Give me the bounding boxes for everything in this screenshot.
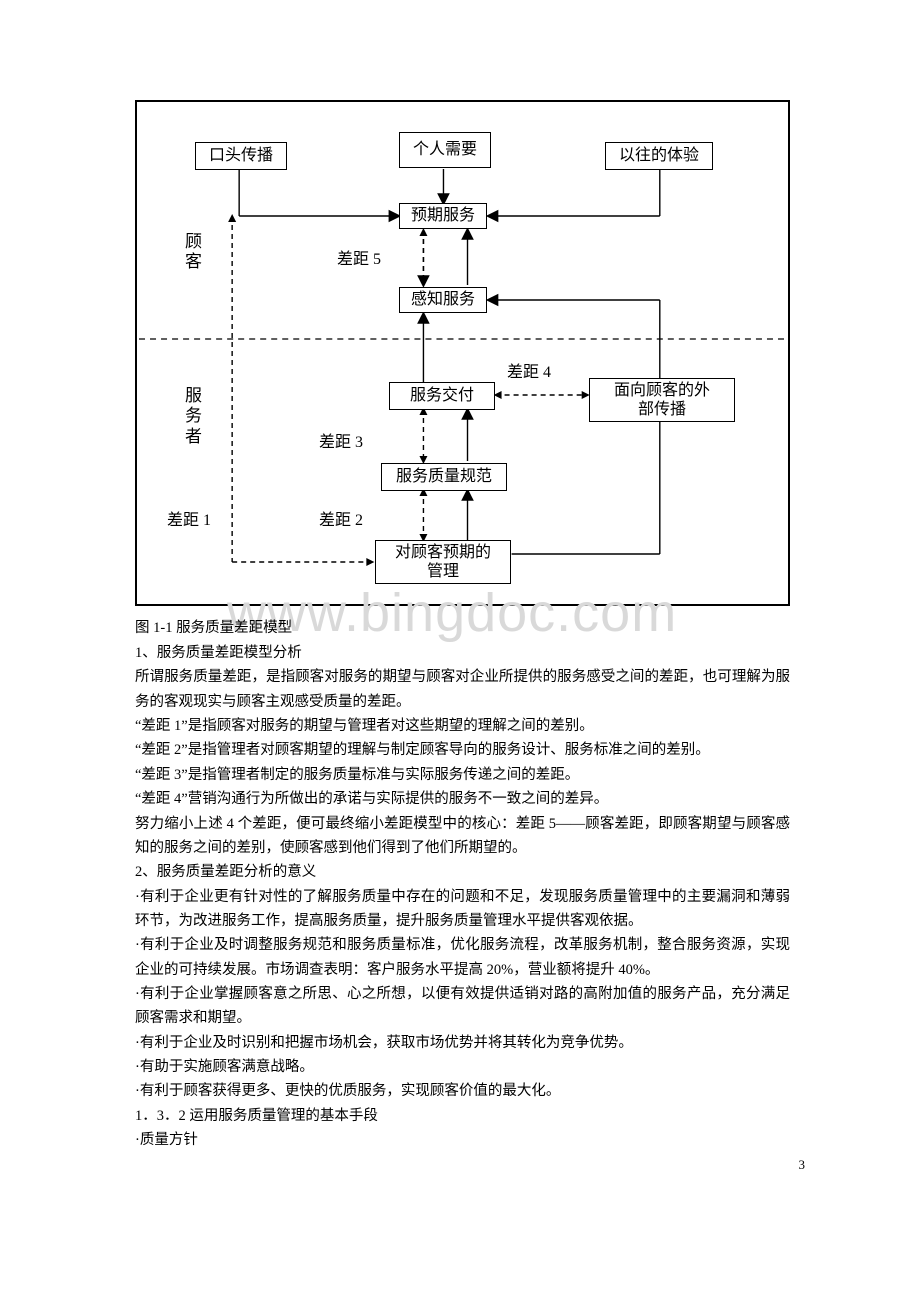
box-label: 口头传播: [209, 146, 273, 165]
box-label: 服务质量规范: [396, 467, 492, 486]
box-label: 对顾客预期的 管理: [395, 543, 491, 581]
bullet: ·有助于实施顾客满意战略。: [135, 1055, 790, 1079]
service-quality-gap-diagram: 口头传播 个人需要 以往的体验 预期服务 感知服务 服务交付 面向顾客的外 部传…: [135, 100, 790, 606]
bullet: ·有利于企业及时调整服务规范和服务质量标准，优化服务流程，改革服务机制，整合服务…: [135, 933, 790, 982]
diagram-lines: [137, 102, 788, 604]
gap1-label: 差距 1: [167, 511, 211, 530]
box-yiwang: 以往的体验: [605, 142, 713, 170]
box-label: 预期服务: [411, 206, 475, 225]
customer-side-label: 顾 客: [185, 232, 203, 273]
figure-caption: 图 1-1 服务质量差距模型: [135, 616, 790, 637]
box-label: 面向顾客的外 部传播: [614, 381, 710, 419]
body-text: 1、服务质量差距模型分析 所谓服务质量差距，是指顾客对服务的期望与顾客对企业所提…: [135, 641, 790, 1153]
bullet: ·有利于企业更有针对性的了解服务质量中存在的问题和不足，发现服务质量管理中的主要…: [135, 885, 790, 934]
paragraph: 努力缩小上述 4 个差距，便可最终缩小差距模型中的核心：差距 5——顾客差距，即…: [135, 812, 790, 861]
provider-side-label: 服 务 者: [185, 386, 203, 447]
gap3-label: 差距 3: [319, 433, 363, 452]
paragraph: “差距 3”是指管理者制定的服务质量标准与实际服务传递之间的差距。: [135, 763, 790, 787]
gap2-label: 差距 2: [319, 511, 363, 530]
box-yuqi: 预期服务: [399, 203, 487, 229]
bullet: ·质量方针: [135, 1128, 790, 1152]
box-label: 感知服务: [411, 290, 475, 309]
box-koutou: 口头传播: [195, 142, 287, 170]
box-waibu: 面向顾客的外 部传播: [589, 378, 735, 422]
paragraph: “差距 4”营销沟通行为所做出的承诺与实际提供的服务不一致之间的差异。: [135, 787, 790, 811]
box-geren: 个人需要: [399, 132, 491, 168]
box-label: 以往的体验: [619, 146, 699, 165]
box-guifan: 服务质量规范: [381, 463, 507, 491]
gap4-label: 差距 4: [507, 363, 551, 382]
paragraph: “差距 2”是指管理者对顾客期望的理解与制定顾客导向的服务设计、服务标准之间的差…: [135, 738, 790, 762]
bullet: ·有利于企业掌握顾客意之所思、心之所想，以便有效提供适销对路的高附加值的服务产品…: [135, 982, 790, 1031]
section-heading: 2、服务质量差距分析的意义: [135, 860, 790, 884]
bullet: ·有利于顾客获得更多、更快的优质服务，实现顾客价值的最大化。: [135, 1079, 790, 1103]
box-jiaofu: 服务交付: [389, 382, 495, 410]
page-number: 3: [799, 1157, 806, 1173]
box-label: 服务交付: [410, 386, 474, 405]
section-heading: 1．3．2 运用服务质量管理的基本手段: [135, 1104, 790, 1128]
bullet: ·有利于企业及时识别和把握市场机会，获取市场优势并将其转化为竞争优势。: [135, 1031, 790, 1055]
box-ganzhi: 感知服务: [399, 287, 487, 313]
box-guanli: 对顾客预期的 管理: [375, 540, 511, 584]
box-label: 个人需要: [413, 140, 477, 159]
paragraph: “差距 1”是指顾客对服务的期望与管理者对这些期望的理解之间的差别。: [135, 714, 790, 738]
section-heading: 1、服务质量差距模型分析: [135, 641, 790, 665]
gap5-label: 差距 5: [337, 250, 381, 269]
paragraph: 所谓服务质量差距，是指顾客对服务的期望与顾客对企业所提供的服务感受之间的差距，也…: [135, 665, 790, 714]
